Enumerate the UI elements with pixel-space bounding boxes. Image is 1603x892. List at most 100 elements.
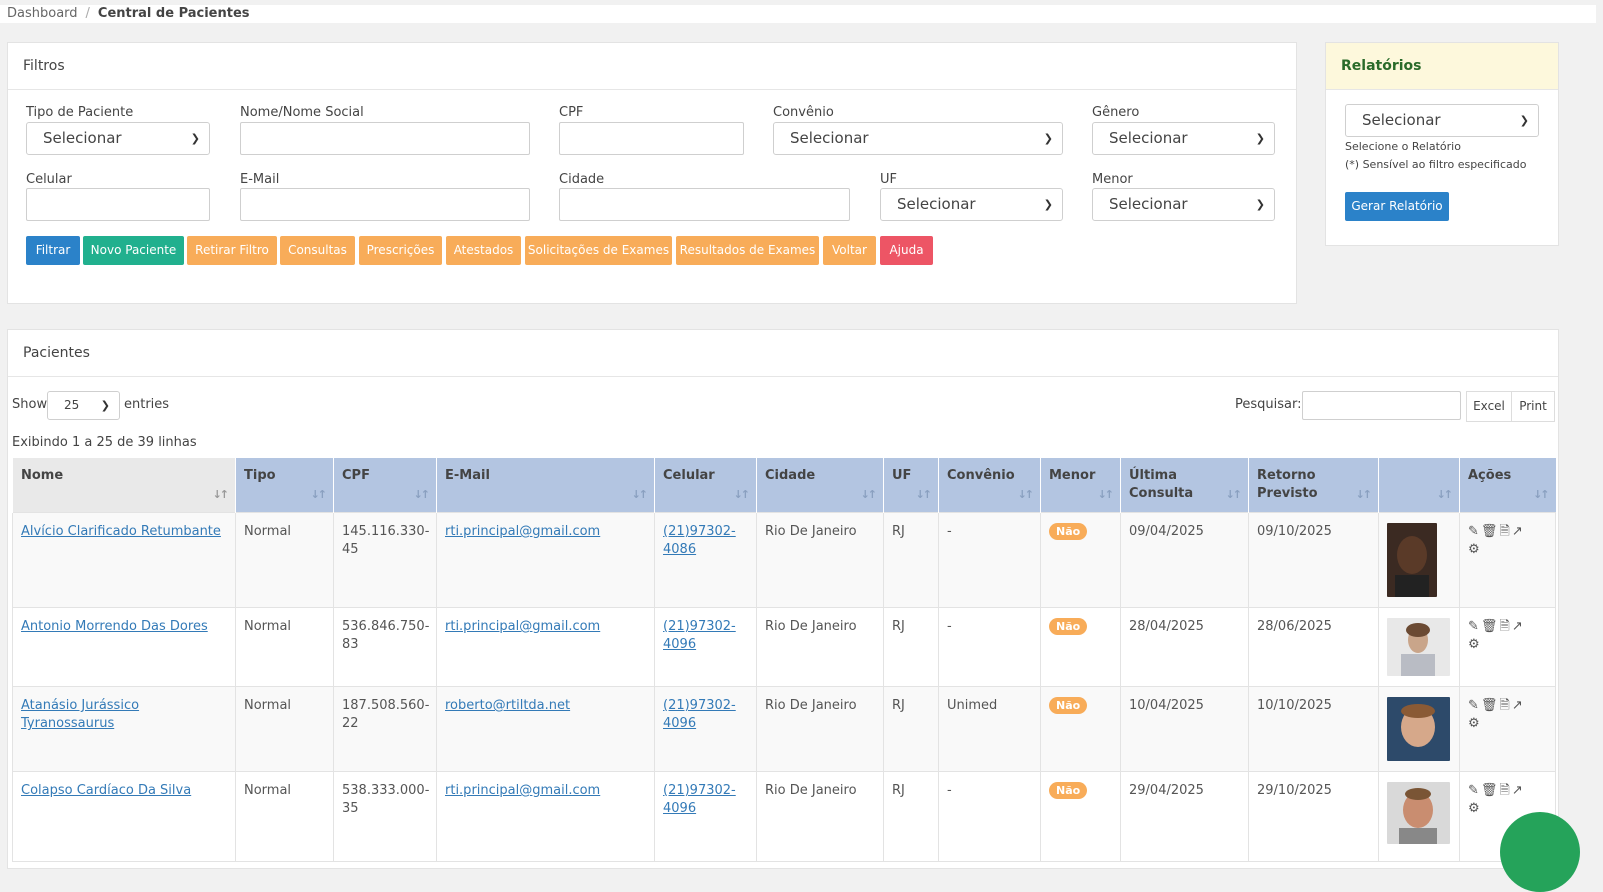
menor-badge: Não: [1049, 523, 1088, 540]
label-cpf: CPF: [559, 105, 584, 120]
ajuda-button[interactable]: Ajuda: [880, 236, 933, 265]
patients-table: Nome ↓↑ Tipo ↓↑ CPF ↓↑ E-Mail ↓↑ Celular ↓↑ C…: [12, 458, 1556, 862]
trash-icon[interactable]: 🗑: [1481, 783, 1498, 798]
email-link[interactable]: roberto@rtiltda.net: [445, 698, 570, 713]
sort-icon: ↓↑: [1225, 488, 1243, 501]
patient-photo: [1387, 782, 1450, 844]
solicitacoes-exames-button[interactable]: Solicitações de Exames: [525, 236, 672, 265]
celular-link[interactable]: (21)97302- 4086: [663, 524, 736, 557]
patient-photo: [1387, 697, 1450, 761]
email-link[interactable]: rti.principal@gmail.com: [445, 619, 600, 634]
sort-icon: ↓↑: [631, 488, 649, 501]
convenio-select[interactable]: Selecionar ❯: [773, 122, 1063, 155]
header-email[interactable]: E-Mail ↓↑: [436, 458, 655, 513]
gear-icon[interactable]: ⚙: [1468, 716, 1480, 731]
trash-icon[interactable]: 🗑: [1481, 698, 1498, 713]
header-menor[interactable]: Menor ↓↑: [1040, 458, 1121, 513]
email-link[interactable]: rti.principal@gmail.com: [445, 524, 600, 539]
menor-select[interactable]: Selecionar ❯: [1092, 188, 1275, 221]
uf-select[interactable]: Selecionar ❯: [880, 188, 1063, 221]
prescricoes-button[interactable]: Prescrições: [359, 236, 442, 265]
header-uf[interactable]: UF ↓↑: [883, 458, 939, 513]
header-retorno-previsto[interactable]: Retorno Previsto ↓↑: [1248, 458, 1379, 513]
search-label: Pesquisar:: [1235, 397, 1302, 412]
header-tipo[interactable]: Tipo ↓↑: [235, 458, 334, 513]
novo-paciente-button[interactable]: Novo Paciente: [83, 236, 184, 265]
breadcrumb-dashboard[interactable]: Dashboard: [7, 6, 78, 21]
sort-icon: ↓↑: [310, 488, 328, 501]
trash-icon[interactable]: 🗑: [1481, 619, 1498, 634]
cell-convenio: -: [938, 512, 1041, 608]
trash-icon[interactable]: 🗑: [1481, 524, 1498, 539]
print-button[interactable]: Print: [1511, 391, 1555, 422]
header-foto[interactable]: ↓↑: [1378, 458, 1460, 513]
gerar-relatorio-button[interactable]: Gerar Relatório: [1345, 192, 1449, 221]
patient-name-link[interactable]: Atanásio Jurássico Tyranossaurus: [21, 698, 139, 731]
cell-uf: RJ: [883, 607, 939, 687]
edit-icon[interactable]: ✎: [1468, 698, 1479, 713]
pdf-icon[interactable]: 🗎: [1499, 524, 1509, 539]
entries-select[interactable]: 25 ❯: [47, 391, 120, 420]
cell-cidade: Rio De Janeiro: [756, 771, 884, 862]
pdf-icon[interactable]: 🗎: [1499, 619, 1509, 634]
cell-cpf: 536.846.750- 83: [333, 607, 437, 687]
patient-name-link[interactable]: Colapso Cardíaco Da Silva: [21, 783, 191, 798]
excel-button[interactable]: Excel: [1466, 391, 1512, 422]
header-convenio[interactable]: Convênio ↓↑: [938, 458, 1041, 513]
header-cpf[interactable]: CPF ↓↑: [333, 458, 437, 513]
celular-link[interactable]: (21)97302- 4096: [663, 619, 736, 652]
edit-icon[interactable]: ✎: [1468, 783, 1479, 798]
label-celular: Celular: [26, 172, 72, 187]
gear-icon[interactable]: ⚙: [1468, 542, 1480, 557]
cpf-input[interactable]: [559, 122, 744, 155]
cell-retorno-previsto: 09/10/2025: [1248, 512, 1379, 608]
header-nome[interactable]: Nome ↓↑: [12, 458, 236, 513]
search-input[interactable]: [1302, 391, 1461, 420]
external-link-icon[interactable]: ↗: [1512, 524, 1523, 539]
external-link-icon[interactable]: ↗: [1512, 783, 1523, 798]
tipo-select[interactable]: Selecionar ❯: [26, 122, 210, 155]
nome-input[interactable]: [240, 122, 530, 155]
atestados-button[interactable]: Atestados: [446, 236, 521, 265]
edit-icon[interactable]: ✎: [1468, 524, 1479, 539]
pdf-icon[interactable]: 🗎: [1499, 783, 1509, 798]
celular-link[interactable]: (21)97302- 4096: [663, 698, 736, 731]
breadcrumb: Dashboard / Central de Pacientes: [7, 6, 250, 21]
patient-name-link[interactable]: Antonio Morrendo Das Dores: [21, 619, 208, 634]
email-input[interactable]: [240, 188, 530, 221]
actions-cell: ✎ 🗑 🗎 ↗ ⚙: [1459, 607, 1556, 687]
header-ultima-consulta[interactable]: Última Consulta ↓↑: [1120, 458, 1249, 513]
cidade-input[interactable]: [559, 188, 850, 221]
edit-icon[interactable]: ✎: [1468, 619, 1479, 634]
pdf-icon[interactable]: 🗎: [1499, 698, 1509, 713]
report-select[interactable]: Selecionar ❯: [1345, 104, 1539, 137]
filtrar-button[interactable]: Filtrar: [26, 236, 80, 265]
voltar-button[interactable]: Voltar: [823, 236, 876, 265]
label-cidade: Cidade: [559, 172, 605, 187]
label-genero: Gênero: [1092, 105, 1140, 120]
sort-icon: ↓↑: [733, 488, 751, 501]
patient-name-link[interactable]: Alvício Clarificado Retumbante: [21, 524, 221, 539]
resultados-exames-button[interactable]: Resultados de Exames: [676, 236, 819, 265]
celular-input[interactable]: [26, 188, 210, 221]
header-cidade[interactable]: Cidade ↓↑: [756, 458, 884, 513]
gear-icon[interactable]: ⚙: [1468, 637, 1480, 652]
consultas-button[interactable]: Consultas: [280, 236, 355, 265]
genero-select[interactable]: Selecionar ❯: [1092, 122, 1275, 155]
celular-link[interactable]: (21)97302- 4096: [663, 783, 736, 816]
patients-title: Pacientes: [8, 330, 1558, 377]
gear-icon[interactable]: ⚙: [1468, 801, 1480, 816]
external-link-icon[interactable]: ↗: [1512, 619, 1523, 634]
header-acoes[interactable]: Ações ↓↑: [1459, 458, 1556, 513]
label-nome: Nome/Nome Social: [240, 105, 364, 120]
header-celular[interactable]: Celular ↓↑: [654, 458, 757, 513]
email-link[interactable]: rti.principal@gmail.com: [445, 783, 600, 798]
cell-retorno-previsto: 29/10/2025: [1248, 771, 1379, 862]
cell-ultima-consulta: 28/04/2025: [1120, 607, 1249, 687]
chat-float-button[interactable]: [1500, 812, 1580, 892]
retirar-filtro-button[interactable]: Retirar Filtro: [187, 236, 277, 265]
chevron-down-icon: ❯: [190, 132, 200, 145]
sort-icon: ↓↑: [1097, 488, 1115, 501]
cell-uf: RJ: [883, 512, 939, 608]
external-link-icon[interactable]: ↗: [1512, 698, 1523, 713]
